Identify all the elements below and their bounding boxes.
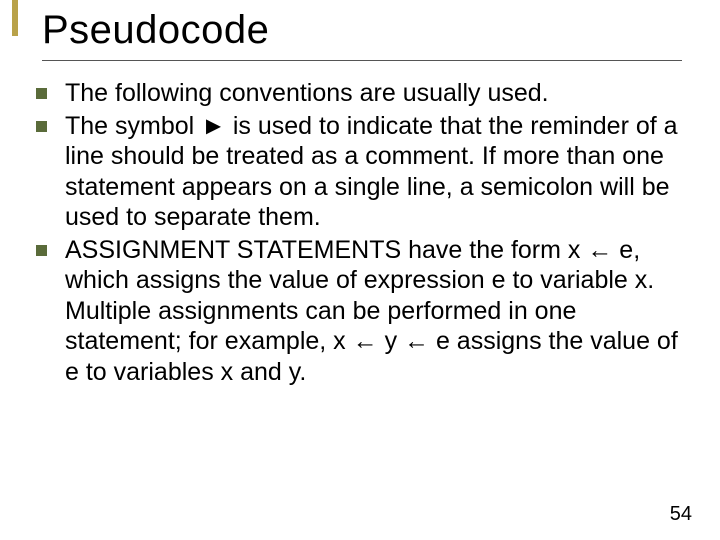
square-bullet-icon <box>36 121 47 132</box>
list-item: The following conventions are usually us… <box>36 78 686 109</box>
list-item: The symbol ► is used to indicate that th… <box>36 111 686 233</box>
slide: Pseudocode The following conventions are… <box>0 0 720 540</box>
slide-title: Pseudocode <box>42 8 269 53</box>
title-underline <box>42 60 682 61</box>
bullet-text: ASSIGNMENT STATEMENTS have the form x ← … <box>65 235 686 388</box>
square-bullet-icon <box>36 245 47 256</box>
body-content: The following conventions are usually us… <box>36 78 686 389</box>
bullet-text: The symbol ► is used to indicate that th… <box>65 111 686 233</box>
bullet-text: The following conventions are usually us… <box>65 78 686 109</box>
list-item: ASSIGNMENT STATEMENTS have the form x ← … <box>36 235 686 388</box>
page-number: 54 <box>670 503 692 526</box>
square-bullet-icon <box>36 88 47 99</box>
accent-bar <box>12 0 18 36</box>
